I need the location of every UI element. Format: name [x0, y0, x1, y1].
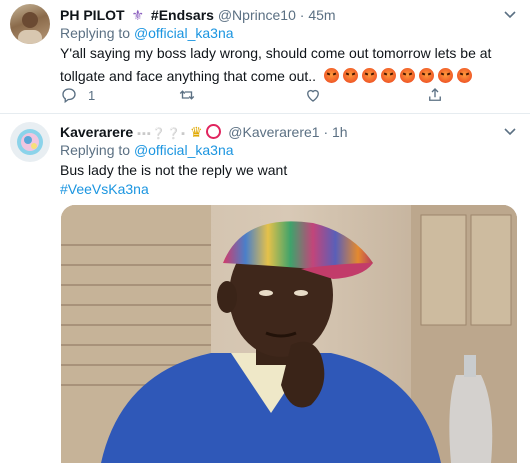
tweet2-text: Bus lady the is not the reply we want #V…: [60, 161, 515, 199]
angry-face-emoji-icon: [323, 68, 339, 83]
tweet2-display-name[interactable]: Kaverarere: [60, 124, 133, 140]
tweet2-avatar[interactable]: [10, 122, 50, 162]
tweet2-media-image[interactable]: [61, 205, 517, 463]
share-icon: [429, 88, 441, 101]
like-button[interactable]: [304, 86, 322, 104]
share-button[interactable]: [426, 86, 444, 104]
tweet1-avatar[interactable]: [10, 4, 50, 44]
tweet1-text-line1: Y'all saying my boss lady wrong, should …: [60, 45, 492, 61]
angry-face-emoji-icon: [418, 68, 434, 83]
angry-emoji-row: [323, 68, 476, 84]
angry-face-emoji-icon: [380, 68, 396, 83]
tweet1-text-line2: tollgate and face anything that come out…: [60, 68, 317, 84]
reply-icon: [62, 88, 76, 104]
red-circle-icon: [206, 124, 222, 139]
fleur-de-lis-icon: ⚜: [131, 7, 145, 23]
tweet1-header: PH PILOT ⚜ #Endsars @Nprince10 · 45m: [60, 6, 336, 24]
replying-handle-link[interactable]: @official_ka3na: [134, 142, 234, 158]
name-decoration-icons: ▪▪▪❔❔▪: [137, 128, 187, 140]
crown-icon: ♛: [189, 124, 203, 140]
tweet2-header: Kaverarere ▪▪▪❔❔▪ ♛ @Kaverarere1 · 1h: [60, 123, 348, 143]
tweet1-text: Y'all saying my boss lady wrong, should …: [60, 44, 515, 86]
chevron-down-icon[interactable]: [502, 123, 518, 144]
tweet2-text-line1: Bus lady the is not the reply we want: [60, 162, 288, 178]
angry-face-emoji-icon: [342, 68, 358, 83]
tweet1-display-name[interactable]: PH PILOT: [60, 7, 125, 23]
tweet1-timestamp[interactable]: · 45m: [300, 7, 336, 23]
tweet2-handle[interactable]: @Kaverarere1: [228, 124, 319, 140]
replying-label: Replying to: [60, 25, 131, 41]
angry-face-emoji-icon: [361, 68, 377, 83]
angry-face-emoji-icon: [399, 68, 415, 83]
retweet-icon: [179, 90, 195, 100]
tweet2-timestamp[interactable]: · 1h: [323, 124, 347, 140]
photo-of-man-in-striped-cap: [61, 205, 517, 463]
chevron-down-icon[interactable]: [502, 6, 518, 27]
tweet1-name-hashtag[interactable]: #Endsars: [151, 7, 214, 23]
heart-icon: [307, 89, 319, 102]
reply-count: 1: [88, 87, 96, 103]
tweet1-replying-to: Replying to @official_ka3na: [60, 25, 234, 41]
tweet2-hashtag-link[interactable]: #VeeVsKa3na: [60, 180, 515, 199]
tweet1-handle[interactable]: @Nprince10: [218, 7, 296, 23]
reply-button[interactable]: 1: [60, 86, 95, 104]
tweet2-replying-to: Replying to @official_ka3na: [60, 142, 234, 158]
angry-face-emoji-icon: [437, 68, 453, 83]
retweet-button[interactable]: [178, 86, 196, 104]
replying-label: Replying to: [60, 142, 131, 158]
tweet-divider: [0, 113, 530, 114]
angry-face-emoji-icon: [456, 68, 472, 83]
replying-handle-link[interactable]: @official_ka3na: [134, 25, 234, 41]
